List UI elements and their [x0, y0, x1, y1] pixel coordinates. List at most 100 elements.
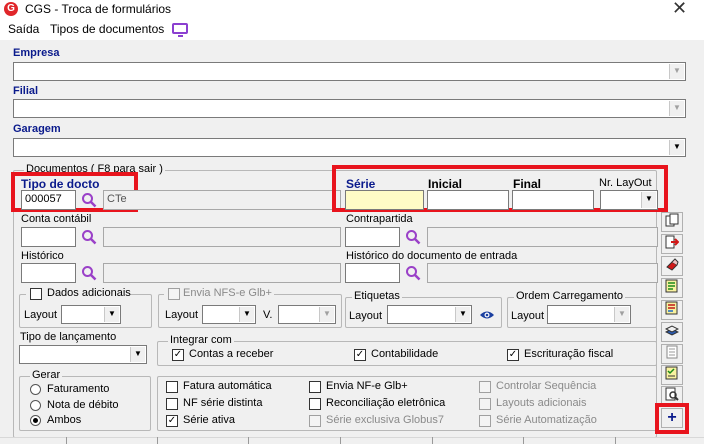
ordem-carregamento-legend: Ordem Carregamento [514, 290, 625, 302]
historico-input[interactable] [21, 263, 76, 283]
menu-saida[interactable]: Saída [8, 22, 39, 36]
search-icon[interactable] [405, 265, 421, 281]
final-input[interactable] [512, 190, 594, 210]
conta-contabil-desc [103, 227, 341, 247]
nota-debito-label: Nota de débito [47, 399, 119, 411]
chevron-down-icon[interactable]: ▼ [239, 307, 254, 322]
chevron-down-icon[interactable]: ▼ [104, 307, 119, 322]
contas-receber-checkbox[interactable]: ✓ [172, 349, 184, 361]
serie-automatizacao-label: Série Automatização [496, 414, 597, 426]
layout-label: Layout [165, 309, 199, 321]
chevron-down-icon[interactable]: ▼ [455, 307, 470, 322]
search-icon[interactable] [81, 192, 97, 208]
ordem-layout-select[interactable]: ▼ [547, 305, 631, 324]
envia-nfs-checkbox[interactable] [168, 288, 180, 300]
form-icon[interactable] [661, 344, 683, 364]
copy-document-icon[interactable] [661, 212, 683, 232]
chevron-down-icon[interactable]: ▼ [669, 101, 684, 116]
tipo-docto-desc: CTe [103, 190, 341, 210]
chevron-down-icon[interactable]: ▼ [641, 192, 656, 208]
historico-entrada-input[interactable] [345, 263, 400, 283]
fatura-automatica-label: Fatura automática [183, 380, 272, 392]
garagem-select[interactable]: ▼ [13, 138, 686, 157]
layouts-adicionais-label: Layouts adicionais [496, 397, 587, 409]
export-document-icon[interactable] [661, 234, 683, 254]
v-label: V. [263, 309, 273, 321]
layout-label: Layout [511, 310, 545, 322]
contas-receber-label: Contas a receber [189, 348, 274, 360]
nota-debito-radio[interactable] [30, 400, 41, 411]
conta-contabil-input[interactable] [21, 227, 76, 247]
inicial-label: Inicial [428, 177, 463, 191]
fatura-automatica-checkbox[interactable] [166, 381, 178, 393]
search-icon[interactable] [81, 229, 97, 245]
monitor-icon[interactable] [172, 23, 188, 37]
eye-icon[interactable] [479, 309, 495, 321]
chevron-down-icon[interactable]: ▼ [669, 140, 684, 155]
escrituracao-label: Escrituração fiscal [524, 348, 614, 360]
envia-nfe-checkbox[interactable] [309, 381, 321, 393]
faturamento-radio[interactable] [30, 384, 41, 395]
integrar-com-legend: Integrar com [168, 334, 234, 346]
menu-tipos-documentos[interactable]: Tipos de documentos [50, 22, 164, 36]
search-icon[interactable] [405, 229, 421, 245]
tipo-docto-label: Tipo de docto [21, 177, 100, 191]
controlar-sequencia-label: Controlar Sequência [496, 380, 597, 392]
reconciliacao-checkbox[interactable] [309, 398, 321, 410]
contabilidade-label: Contabilidade [371, 348, 439, 360]
dados-adicionais-checkbox[interactable] [30, 288, 42, 300]
garagem-label: Garagem [13, 123, 61, 135]
historico-entrada-label: Histórico do documento de entrada [346, 250, 518, 262]
window-title: CGS - Troca de formulários [25, 2, 172, 16]
search-icon[interactable] [81, 265, 97, 281]
serie-automatizacao-checkbox[interactable] [479, 415, 491, 427]
app-logo-icon: G [4, 2, 18, 16]
inicial-input[interactable] [427, 190, 509, 210]
dados-adicionais-layout-select[interactable]: ▼ [61, 305, 121, 324]
filial-label: Filial [13, 85, 39, 97]
report-icon[interactable] [661, 300, 683, 320]
controlar-sequencia-checkbox[interactable] [479, 381, 491, 393]
close-button[interactable]: ✕ [672, 0, 687, 19]
serie-ativa-label: Série ativa [183, 414, 235, 426]
etiquetas-layout-select[interactable]: ▼ [387, 305, 472, 324]
contrapartida-input[interactable] [345, 227, 400, 247]
tipo-lancamento-label: Tipo de lançamento [20, 331, 117, 343]
filial-select[interactable]: ▼ [13, 99, 686, 118]
layers-icon[interactable] [661, 322, 683, 342]
chevron-down-icon[interactable]: ▼ [669, 64, 684, 79]
nr-layout-label: Nr. LayOut [599, 177, 652, 189]
layouts-adicionais-checkbox[interactable] [479, 398, 491, 410]
ambos-radio[interactable] [30, 415, 41, 426]
nf-serie-distinta-checkbox[interactable] [166, 398, 178, 410]
serie-exclusiva-label: Série exclusiva Globus7 [326, 414, 445, 426]
empresa-select[interactable]: ▼ [13, 62, 686, 81]
envia-nfe-label: Envia NF-e Glb+ [326, 380, 408, 392]
chevron-down-icon[interactable]: ▼ [319, 307, 334, 322]
nf-serie-distinta-label: NF série distinta [183, 397, 263, 409]
escrituracao-checkbox[interactable]: ✓ [507, 349, 519, 361]
add-button[interactable]: + [661, 408, 683, 428]
menu-bar: Saída Tipos de documentos [0, 19, 704, 40]
chevron-down-icon[interactable]: ▼ [130, 347, 145, 362]
nfs-layout-select[interactable]: ▼ [202, 305, 256, 324]
title-bar: G CGS - Troca de formulários ✕ [0, 0, 704, 19]
serie-ativa-checkbox[interactable]: ✓ [166, 415, 178, 427]
checklist-icon[interactable] [661, 365, 683, 385]
tipo-docto-code-input[interactable]: 000057 [21, 190, 76, 210]
chevron-down-icon[interactable]: ▼ [614, 307, 629, 322]
eraser-icon[interactable] [661, 256, 683, 276]
nfs-version-select[interactable]: ▼ [278, 305, 336, 324]
historico-entrada-desc [427, 263, 658, 283]
etiquetas-legend: Etiquetas [352, 290, 402, 302]
contrapartida-label: Contrapartida [346, 213, 413, 225]
conta-contabil-label: Conta contábil [21, 213, 92, 225]
edit-list-icon[interactable] [661, 278, 683, 298]
nr-layout-select[interactable]: ▼ [600, 190, 658, 210]
tipo-lancamento-select[interactable]: ▼ [19, 345, 147, 364]
serie-input[interactable] [345, 190, 424, 210]
reconciliacao-label: Reconciliação eletrônica [326, 397, 446, 409]
contabilidade-checkbox[interactable]: ✓ [354, 349, 366, 361]
serie-exclusiva-checkbox[interactable] [309, 415, 321, 427]
gerar-legend: Gerar [30, 369, 63, 381]
